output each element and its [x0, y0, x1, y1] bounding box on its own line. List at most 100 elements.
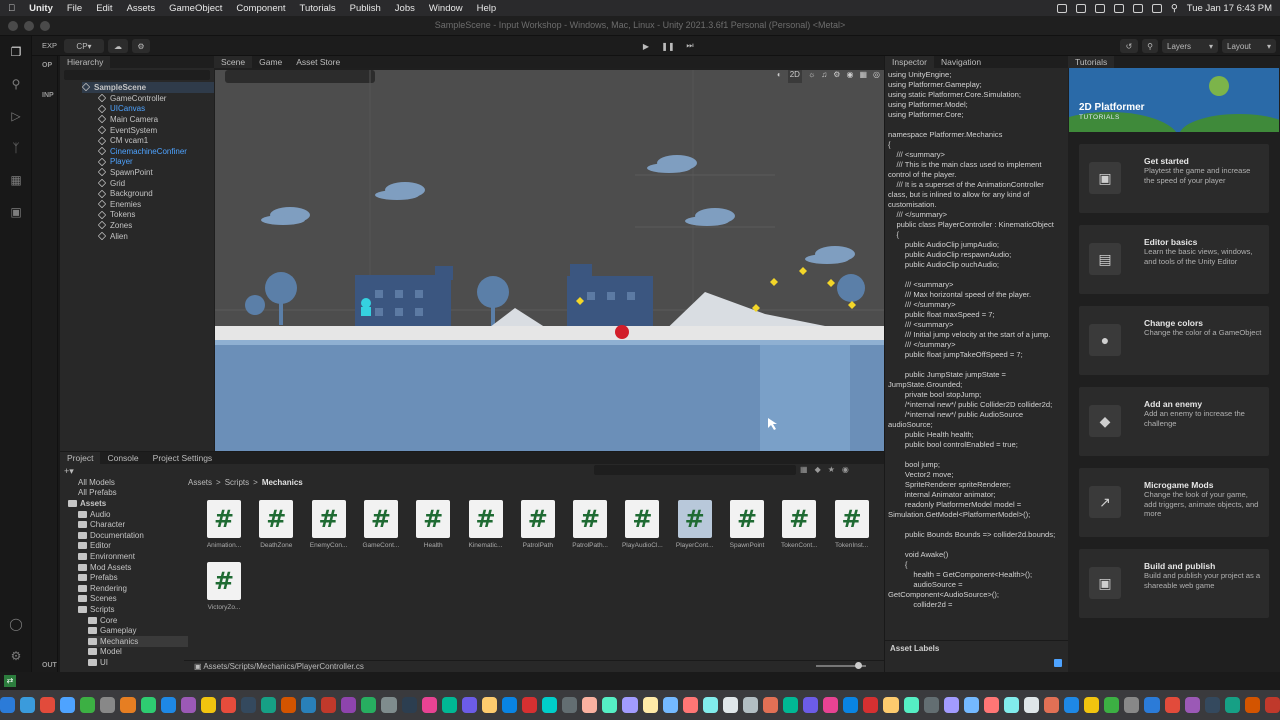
menu-gameobject[interactable]: GameObject — [169, 3, 222, 14]
remote-explorer-icon[interactable]: ▣ — [8, 204, 24, 220]
dock-app-icon[interactable] — [140, 697, 156, 713]
project-search-input[interactable] — [594, 465, 796, 475]
project-tree-item[interactable]: Mod Assets — [78, 562, 131, 573]
script-asset[interactable]: # PlayAudioCl... — [620, 500, 664, 550]
tutorial-card[interactable]: ● Change colors Change the color of a Game… — [1079, 306, 1269, 375]
outline-bottom-label[interactable]: OUT — [42, 662, 57, 669]
dock-app-icon[interactable] — [220, 697, 236, 713]
menu-file[interactable]: File — [67, 3, 82, 14]
dock-app-icon[interactable] — [903, 697, 919, 713]
breadcrumb-scripts[interactable]: Scripts — [225, 478, 249, 487]
source-control-icon[interactable]: ᛉ — [8, 140, 24, 156]
script-asset[interactable]: # TokenCont... — [777, 500, 821, 550]
status-tray-icon[interactable] — [1056, 3, 1067, 13]
project-tree-item[interactable]: Mechanics — [88, 636, 188, 647]
dock-app-icon[interactable] — [1023, 697, 1040, 713]
dock-app-icon[interactable] — [863, 697, 879, 713]
dock-app-icon[interactable] — [803, 697, 819, 713]
tutorial-card[interactable]: ↗ Microgame Mods Change the look of your g… — [1079, 468, 1269, 537]
breadcrumb-mechanics[interactable]: Mechanics — [262, 478, 303, 487]
play-button[interactable]: ▶ — [636, 39, 656, 53]
filter-type-icon[interactable]: ▦ — [800, 465, 808, 474]
project-tree-item[interactable]: All Prefabs — [78, 488, 117, 499]
outline-label[interactable]: OP — [42, 62, 52, 69]
menu-publish[interactable]: Publish — [350, 3, 381, 14]
script-asset[interactable]: # EnemyCon... — [307, 500, 351, 550]
battery-icon[interactable] — [1151, 3, 1162, 13]
dock-app-icon[interactable] — [321, 697, 337, 713]
dock-app-icon[interactable] — [0, 697, 16, 713]
dock-app-icon[interactable] — [542, 697, 558, 713]
script-asset[interactable]: # PatrolPath — [516, 500, 560, 550]
remote-indicator-icon[interactable]: ⇄ — [4, 675, 16, 687]
dock-app-icon[interactable] — [622, 697, 638, 713]
dock-app-icon[interactable] — [301, 697, 317, 713]
dock-app-icon[interactable] — [1124, 697, 1140, 713]
tutorial-card[interactable]: ▣ Get started Playtest the game and increa… — [1079, 144, 1269, 213]
dock-app-icon[interactable] — [562, 697, 578, 713]
star-icon[interactable]: ★ — [828, 465, 835, 474]
dock-app-icon[interactable] — [602, 697, 618, 713]
dock-app-icon[interactable] — [281, 697, 297, 713]
project-tree-item[interactable]: Environment — [78, 551, 135, 562]
dock-app-icon[interactable] — [80, 697, 96, 713]
project-tree-item[interactable]: All Models — [78, 477, 115, 488]
dock-app-icon[interactable] — [1204, 697, 1220, 713]
dock-app-icon[interactable] — [481, 697, 497, 713]
scene-canvas[interactable]: ◐ 2D ☼ ♫ ⚙ ◉ ▦ ◎ — [215, 70, 884, 451]
dock-app-icon[interactable] — [1244, 697, 1260, 713]
hierarchy-item[interactable]: Main Camera — [97, 114, 158, 125]
dock-app-icon[interactable] — [883, 697, 899, 713]
tab-project-settings[interactable]: Project Settings — [146, 452, 220, 464]
dock-app-icon[interactable] — [361, 697, 377, 713]
hidden-packages-icon[interactable]: ◉ — [842, 465, 849, 474]
dock-app-icon[interactable] — [60, 697, 76, 713]
dock-app-icon[interactable] — [983, 697, 999, 713]
history-icon[interactable]: ↺ — [1120, 39, 1138, 53]
layout-dropdown[interactable]: Layout ▾ — [1222, 39, 1276, 53]
dock-app-icon[interactable] — [421, 697, 437, 713]
tutorial-card[interactable]: ▤ Editor basics Learn the basic views, win… — [1079, 225, 1269, 294]
account-dropdown[interactable]: CP ▾ — [64, 39, 104, 53]
script-asset[interactable]: # DeathZone — [254, 500, 298, 550]
project-tree-item[interactable]: Model — [88, 647, 122, 658]
dock-app-icon[interactable] — [662, 697, 678, 713]
dock-app-icon[interactable] — [943, 697, 959, 713]
search-icon[interactable]: ⚲ — [1142, 39, 1158, 53]
files-icon[interactable]: ❐ — [8, 44, 24, 60]
account-icon[interactable]: ◯ — [8, 616, 24, 632]
scene-root[interactable]: SampleScene — [81, 82, 214, 93]
run-debug-icon[interactable]: ▷ — [8, 108, 24, 124]
project-tree-item[interactable]: Scripts — [78, 604, 114, 615]
dock-app-icon[interactable] — [522, 697, 538, 713]
dock-app-icon[interactable] — [160, 697, 176, 713]
dock-app-icon[interactable] — [1224, 697, 1240, 713]
dock-app-icon[interactable] — [341, 697, 357, 713]
dock-app-icon[interactable] — [642, 697, 658, 713]
project-tree-item[interactable]: Core — [88, 615, 117, 626]
dock-app-icon[interactable] — [261, 697, 277, 713]
asset-labels-title[interactable]: Asset Labels — [890, 644, 939, 653]
project-tree-item[interactable]: Documentation — [78, 530, 144, 541]
apple-icon[interactable]:  — [8, 3, 15, 14]
hierarchy-item[interactable]: SpawnPoint — [97, 167, 153, 178]
dock-app-icon[interactable] — [742, 697, 758, 713]
dock-app-icon[interactable] — [1003, 697, 1019, 713]
hierarchy-item[interactable]: GameController — [97, 93, 166, 104]
menu-help[interactable]: Help — [477, 3, 497, 14]
project-tree-item[interactable]: Prefabs — [78, 572, 118, 583]
script-asset[interactable]: # PlayerCont... — [673, 500, 717, 550]
status-tray-icon[interactable] — [1094, 3, 1105, 13]
extensions-icon[interactable]: ▦ — [8, 172, 24, 188]
hierarchy-item[interactable]: Background — [97, 188, 153, 199]
dock-app-icon[interactable] — [441, 697, 457, 713]
project-tree-item[interactable]: Gameplay — [88, 625, 136, 636]
dock-app-icon[interactable] — [240, 697, 257, 713]
label-tag-icon[interactable] — [1054, 659, 1062, 667]
tab-asset-store[interactable]: Asset Store — [289, 56, 347, 68]
dock-app-icon[interactable] — [1144, 697, 1160, 713]
breadcrumb-assets[interactable]: Assets — [188, 478, 212, 487]
search-icon[interactable]: ⚲ — [1171, 3, 1178, 14]
dock-app-icon[interactable] — [1084, 697, 1100, 713]
dock-app-icon[interactable] — [1064, 697, 1080, 713]
